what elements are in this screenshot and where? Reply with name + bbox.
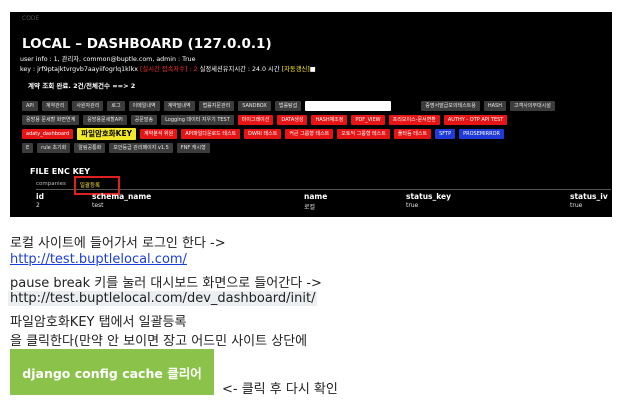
- cell-status-iv: true: [570, 202, 583, 209]
- instruction-login: 로컬 사이트에 들어가서 로그인 한다 ->: [10, 236, 226, 251]
- table-row[interactable]: 2 test 로컬 true true: [36, 202, 612, 212]
- menu-button[interactable]: 프리모이스-문서변환: [388, 115, 440, 125]
- menu-button[interactable]: AUTHY - OTP API TEST: [443, 115, 508, 125]
- cell-name: 로컬: [304, 204, 316, 211]
- menu-button[interactable]: rule 초기화: [37, 143, 71, 153]
- menu-button[interactable]: [305, 101, 392, 111]
- menu-button[interactable]: FNF 캐시형: [176, 143, 210, 153]
- local-site-link[interactable]: http://test.buptlelocal.com/: [10, 252, 187, 267]
- col-status-iv: status_iv: [570, 192, 608, 201]
- menu-button[interactable]: 계약밀내역: [163, 101, 195, 111]
- key-text: key : jrf9ptajktvrgvb7aayiifogrlq1klkx: [20, 66, 140, 73]
- session-info-line: key : jrf9ptajktvrgvb7aayiifogrlq1klkx […: [20, 65, 316, 75]
- menu-button[interactable]: 마이그레이션: [237, 115, 274, 125]
- menu-button[interactable]: DATA생성: [277, 115, 308, 125]
- menu-row-3: adaty_dashboard 파일암호화KEY 계약분석 위원 API파일다운로드 …: [22, 128, 508, 140]
- auto-refresh-link[interactable]: [자동갱신]: [282, 66, 310, 73]
- tab-companies[interactable]: companies: [36, 181, 66, 189]
- user-info-line: user info : 1, 관리자, common@buptle.com, a…: [20, 56, 196, 63]
- menu-button[interactable]: 계약분석 위원: [140, 129, 178, 139]
- menu-button[interactable]: 풀타듬 테스트: [393, 129, 432, 139]
- cell-schema-name: test: [92, 202, 104, 209]
- menu-button[interactable]: Logging 데이터 지우기 TEST: [161, 115, 234, 125]
- menu-button[interactable]: E: [22, 143, 34, 153]
- menu-button[interactable]: HASH재조정: [311, 115, 348, 125]
- instruction-click: 을 클릭한다(만약 안 보이면 장고 어드민 사이트 상단에: [10, 334, 308, 349]
- menu-button[interactable]: API파일다운로드 테스트: [181, 129, 241, 139]
- menu-button[interactable]: 로그: [107, 101, 125, 111]
- realtime-users: [실시간 접속자수] : 2: [139, 66, 198, 73]
- col-schema-name: schema_name: [92, 192, 152, 201]
- menu-button[interactable]: 증명서발급모의테스트용: [421, 101, 480, 111]
- clear-cache-button[interactable]: django config cache 클리어: [10, 349, 214, 395]
- menu-button[interactable]: HASH: [483, 101, 506, 111]
- instruction-enc-tab: 파일암호화KEY 탭에서 일괄등록: [10, 315, 187, 330]
- session-time: 실정세션유지시간 : 24.0 시간: [197, 66, 282, 73]
- dashboard-title: LOCAL – DASHBOARD (127.0.0.1): [22, 36, 272, 52]
- menu-button[interactable]: 법률탐섭: [274, 101, 302, 111]
- menu-row-1: API 계약관리 사원자관리 로그 이메일내역 계약밀내역 법률지문관리 SANDBOX 법률탐…: [22, 101, 559, 111]
- menu-button[interactable]: 오토딕 그룹형 테스트: [337, 129, 390, 139]
- menu-button[interactable]: 보안등급 관리페이지 v1.5: [109, 143, 173, 153]
- contract-summary: 계약 조회 완료. 2건/전체건수 ==> 2: [28, 82, 136, 90]
- code-tag: CODE: [22, 15, 40, 22]
- col-status-key: status_key: [406, 192, 452, 201]
- dashboard-url: http://test.buptlelocal.com/dev_dashboar…: [8, 291, 318, 306]
- col-name: name: [304, 192, 328, 201]
- menu-button[interactable]: 법률지문관리: [198, 101, 235, 111]
- col-id: id: [36, 192, 44, 201]
- menu-button[interactable]: 파일암호화KEY: [77, 128, 137, 140]
- menu-button[interactable]: 공문발송: [130, 115, 158, 125]
- cache-note: <- 클릭 후 다시 확인: [222, 382, 338, 397]
- menu-button[interactable]: 사원자관리: [72, 101, 104, 111]
- menu-button[interactable]: 알림공통화: [74, 143, 106, 153]
- menu-button[interactable]: 응방용문세할API: [83, 115, 127, 125]
- menu-button[interactable]: 이메일내역: [128, 101, 160, 111]
- menu-button[interactable]: 계약관리: [41, 101, 69, 111]
- user-info: user info : 1, 관리자, common@buptle.com, a…: [20, 55, 316, 75]
- menu-button[interactable]: API: [22, 101, 38, 111]
- dashboard-screenshot: CODE LOCAL – DASHBOARD (127.0.0.1) user …: [10, 12, 612, 217]
- table-header: id schema_name name status_key status_iv: [36, 192, 612, 202]
- tabs-divider: [36, 189, 611, 190]
- menu-button[interactable]: 커큰 그룹형 테스트: [285, 129, 334, 139]
- menu-row-4: Erule 초기화 알림공통화 보안등급 관리페이지 v1.5 FNF 캐시형: [22, 143, 214, 153]
- menu-button[interactable]: PDF_VIEW: [351, 115, 385, 125]
- instruction-pause-break: pause break 키를 눌러 대시보드 화면으로 들어간다 ->: [10, 276, 322, 291]
- menu-button[interactable]: 응방용 문세할 화면연계: [22, 115, 80, 125]
- file-enc-key-title: FILE ENC KEY: [30, 167, 91, 176]
- menu-row-2: 응방용 문세할 화면연계 응방용문세할API 공문발송 Logging 데이터 지우기…: [22, 115, 511, 125]
- menu-button[interactable]: PROSEMIRROR: [459, 129, 505, 139]
- cell-id: 2: [36, 202, 40, 209]
- auto-refresh-checkbox[interactable]: ■: [310, 66, 316, 73]
- menu-button[interactable]: SANDBOX: [238, 101, 271, 111]
- menu-button[interactable]: SFTP: [435, 129, 456, 139]
- menu-button[interactable]: adaty_dashboard: [22, 129, 74, 139]
- cell-status-key: true: [406, 202, 419, 209]
- menu-button[interactable]: DWRI 테스트: [244, 129, 282, 139]
- menu-button[interactable]: 고객사의부대시설: [510, 101, 555, 111]
